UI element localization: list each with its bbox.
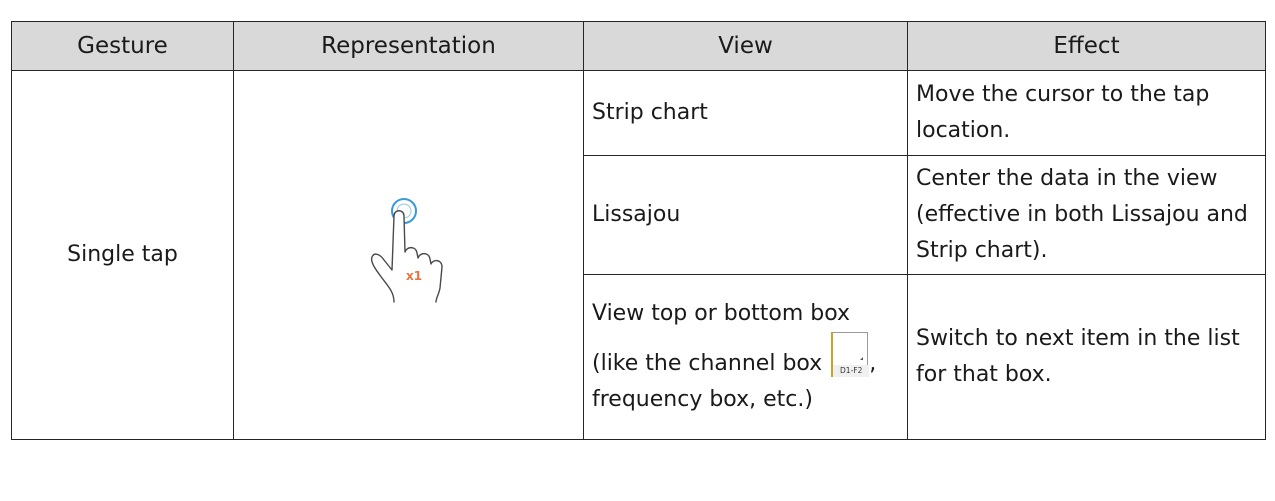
channel-box-icon: D1-F2 (831, 332, 870, 378)
table-row: Single tap x1 Strip chart Move the curso… (11, 70, 1266, 440)
effect-cell: Center the data in the view (effective i… (907, 155, 1266, 275)
gesture-table-container: Gesture Representation View Effect Singl… (11, 21, 1266, 440)
tap-count-label: x1 (405, 269, 421, 283)
effect-cell: Switch to next item in the list for that… (907, 274, 1266, 440)
gesture-cell: Single tap (11, 70, 234, 440)
header-representation: Representation (233, 21, 584, 71)
header-view: View (583, 21, 908, 71)
gesture-table: Gesture Representation View Effect Singl… (11, 21, 1266, 440)
representation-cell: x1 (233, 70, 584, 440)
view-text-before-icon: View top or bottom box (like the channel… (592, 301, 851, 376)
single-tap-hand-icon: x1 (364, 194, 454, 316)
header-gesture: Gesture (11, 21, 234, 71)
table-header-row: Gesture Representation View Effect (11, 21, 1266, 71)
view-cell: View top or bottom box (like the channel… (583, 274, 908, 440)
header-effect: Effect (907, 21, 1266, 71)
view-cell: Strip chart (583, 70, 908, 156)
effect-cell: Move the cursor to the tap location. (907, 70, 1266, 156)
channel-box-label: D1-F2 (831, 365, 870, 377)
view-cell: Lissajou (583, 155, 908, 275)
